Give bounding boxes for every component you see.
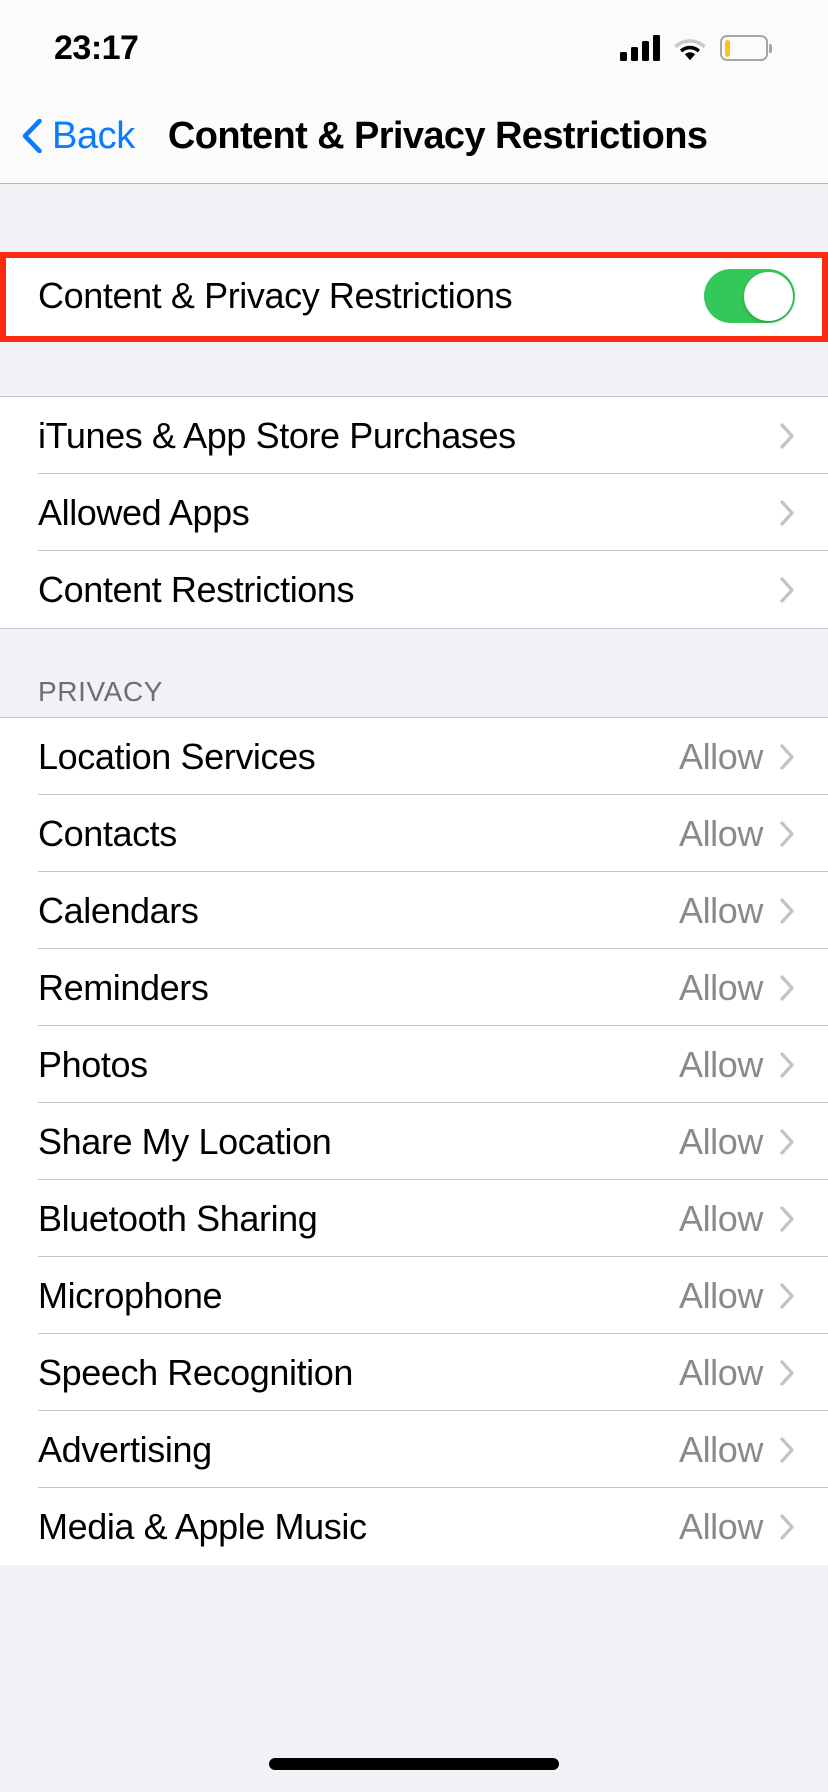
list-row-label: Advertising [38, 1428, 212, 1470]
list-row-label: Share My Location [38, 1120, 332, 1162]
list-row-value: Allow [678, 812, 763, 854]
chevron-right-icon [780, 743, 795, 770]
chevron-right-icon [780, 499, 795, 526]
list-row-accessory: Allow [678, 735, 795, 777]
status-bar-indicators [620, 27, 772, 61]
list-row-accessory: Allow [678, 1505, 795, 1547]
list-row[interactable]: Location Services Allow [0, 718, 828, 795]
list-row-accessory: Allow [678, 966, 795, 1008]
list-row-accessory: Allow [678, 812, 795, 854]
chevron-left-icon [22, 118, 42, 153]
list-row-accessory: Allow [678, 1043, 795, 1085]
chevron-right-icon [780, 1513, 795, 1540]
battery-icon [720, 35, 772, 61]
wifi-icon [673, 35, 707, 61]
list-row-value: Allow [678, 1043, 763, 1085]
list-row-accessory: Allow [678, 1197, 795, 1239]
list-row-value: Allow [678, 1351, 763, 1393]
list-row-value: Allow [678, 1505, 763, 1547]
privacy-group: Location Services Allow Contacts Allow Calen… [0, 717, 828, 1565]
home-indicator[interactable] [269, 1758, 559, 1770]
home-indicator-area [0, 1714, 828, 1792]
list-row-accessory: Allow [678, 1120, 795, 1162]
spacer-after-toggle [0, 340, 828, 396]
content-privacy-restrictions-label: Content & Privacy Restrictions [38, 275, 513, 316]
back-button[interactable]: Back [22, 117, 135, 155]
list-row[interactable]: iTunes & App Store Purchases [0, 397, 828, 474]
list-row-label: Calendars [38, 889, 199, 931]
iphone-screen: 23:17 Back Content & Privacy Restriction… [0, 0, 828, 1792]
list-row-label: Contacts [38, 812, 177, 854]
master-toggle-group: Content & Privacy Restrictions [0, 252, 828, 340]
settings-scroll-area[interactable]: Content & Privacy Restrictions iTunes & … [0, 185, 828, 1792]
spacer-top [0, 185, 828, 252]
list-row[interactable]: Allowed Apps [0, 474, 828, 551]
content-privacy-restrictions-toggle-row-wrapper: Content & Privacy Restrictions [0, 252, 828, 342]
chevron-right-icon [780, 1282, 795, 1309]
list-row-label: Media & Apple Music [38, 1505, 367, 1547]
list-row-label: Content Restrictions [38, 568, 355, 610]
list-row[interactable]: Media & Apple Music Allow [0, 1488, 828, 1565]
list-row-accessory [780, 499, 795, 526]
status-bar: 23:17 [0, 0, 828, 88]
list-row-value: Allow [678, 735, 763, 777]
chevron-right-icon [780, 1128, 795, 1155]
list-row[interactable]: Speech Recognition Allow [0, 1334, 828, 1411]
list-row[interactable]: Photos Allow [0, 1026, 828, 1103]
list-row-accessory: Allow [678, 889, 795, 931]
status-bar-time: 23:17 [54, 28, 139, 67]
list-row-label: Allowed Apps [38, 491, 250, 533]
content-privacy-restrictions-toggle-row[interactable]: Content & Privacy Restrictions [0, 253, 828, 339]
chevron-right-icon [780, 1436, 795, 1463]
list-row[interactable]: Content Restrictions [0, 551, 828, 628]
list-row-value: Allow [678, 1428, 763, 1470]
navigation-bar: Back Content & Privacy Restrictions [0, 88, 828, 184]
list-row-label: Photos [38, 1043, 148, 1085]
content-privacy-restrictions-switch[interactable] [704, 269, 795, 323]
list-row-value: Allow [678, 889, 763, 931]
chevron-right-icon [780, 820, 795, 847]
list-row-accessory: Allow [678, 1351, 795, 1393]
list-row[interactable]: Advertising Allow [0, 1411, 828, 1488]
list-row[interactable]: Bluetooth Sharing Allow [0, 1180, 828, 1257]
list-row[interactable]: Microphone Allow [0, 1257, 828, 1334]
list-row-value: Allow [678, 966, 763, 1008]
chevron-right-icon [780, 897, 795, 924]
chevron-right-icon [780, 1205, 795, 1232]
list-row[interactable]: Contacts Allow [0, 795, 828, 872]
list-row-accessory: Allow [678, 1274, 795, 1316]
list-row-accessory: Allow [678, 1428, 795, 1470]
list-row-value: Allow [678, 1197, 763, 1239]
chevron-right-icon [780, 1359, 795, 1386]
list-row-value: Allow [678, 1120, 763, 1162]
list-row-accessory [780, 422, 795, 449]
chevron-right-icon [780, 576, 795, 603]
list-row-accessory [780, 576, 795, 603]
back-button-label: Back [52, 114, 135, 157]
chevron-right-icon [780, 1051, 795, 1078]
list-row[interactable]: Reminders Allow [0, 949, 828, 1026]
chevron-right-icon [780, 422, 795, 449]
switch-knob [743, 271, 793, 321]
privacy-section-header: PRIVACY [0, 629, 828, 717]
list-row-value: Allow [678, 1274, 763, 1316]
chevron-right-icon [780, 974, 795, 1001]
list-row[interactable]: Share My Location Allow [0, 1103, 828, 1180]
restrictions-group: iTunes & App Store Purchases Allowed Apps… [0, 396, 828, 629]
list-row-label: Microphone [38, 1274, 223, 1316]
list-row-label: Reminders [38, 966, 209, 1008]
list-row[interactable]: Calendars Allow [0, 872, 828, 949]
list-row-label: iTunes & App Store Purchases [38, 414, 516, 456]
list-row-label: Speech Recognition [38, 1351, 354, 1393]
cellular-signal-icon [620, 35, 660, 61]
list-row-label: Location Services [38, 735, 316, 777]
list-row-label: Bluetooth Sharing [38, 1197, 318, 1239]
page-title: Content & Privacy Restrictions [167, 114, 708, 157]
